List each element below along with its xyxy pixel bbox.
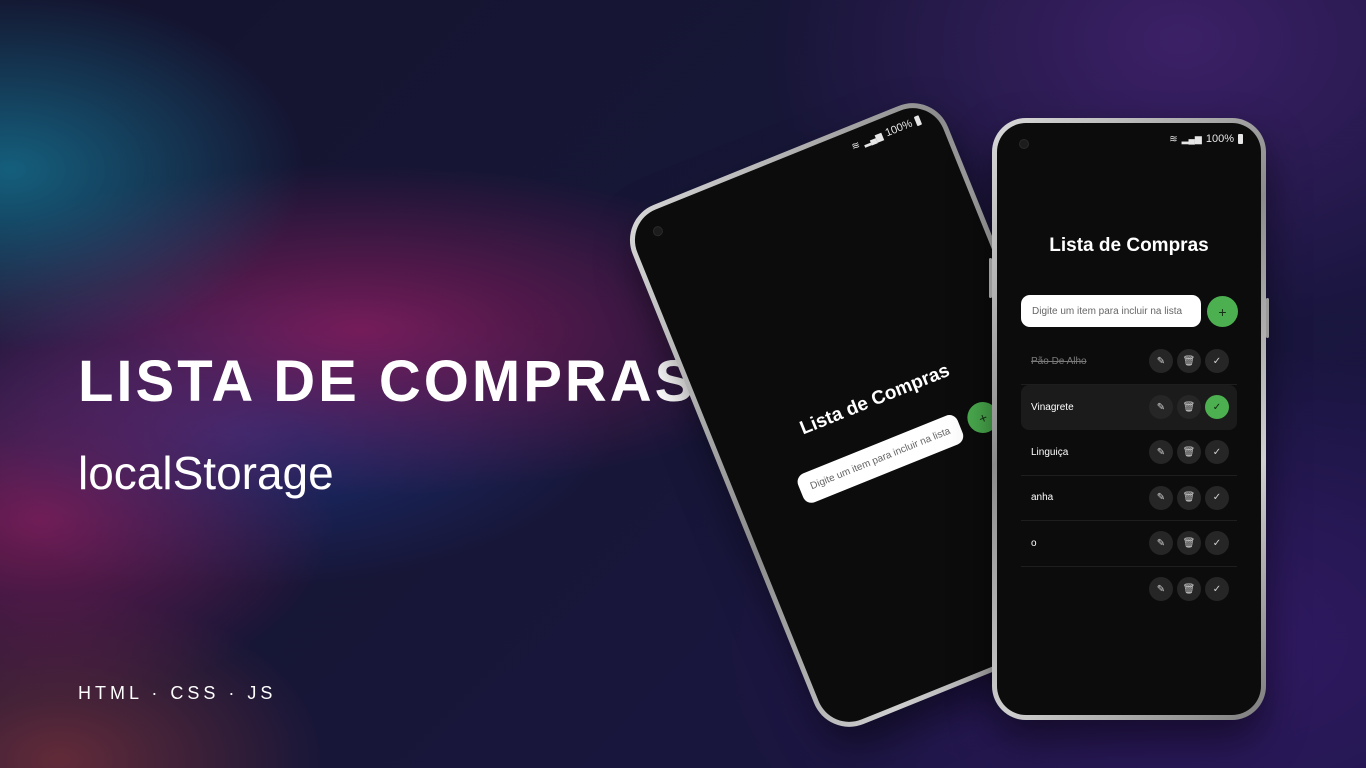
list-item: o ✎ 🗑 ✓ xyxy=(1021,521,1237,567)
trash-icon[interactable]: 🗑 xyxy=(1177,349,1201,374)
edit-icon[interactable]: ✎ xyxy=(1149,577,1173,602)
phone-right: ≋ ▂▄▆ 100% Lista de Compras Digite um it… xyxy=(989,118,1269,720)
trash-icon[interactable]: 🗑 xyxy=(1177,577,1201,602)
item-name: o xyxy=(1031,537,1037,549)
headline: LISTA DE COMPRAS xyxy=(78,349,697,414)
battery-icon xyxy=(913,115,923,127)
app-title: Lista de Compras xyxy=(1049,235,1209,256)
trash-icon[interactable]: 🗑 xyxy=(1177,485,1201,510)
power-button xyxy=(1266,298,1269,338)
list-item: ✎ 🗑 ✓ xyxy=(1021,567,1237,613)
check-icon[interactable]: ✓ xyxy=(1205,531,1229,556)
wifi-icon: ≋ xyxy=(1169,133,1178,145)
check-icon[interactable]: ✓ xyxy=(1205,349,1229,374)
volume-button xyxy=(989,258,992,298)
edit-icon[interactable]: ✎ xyxy=(1149,485,1173,510)
battery-percent: 100% xyxy=(883,117,915,140)
battery-icon xyxy=(1238,134,1243,144)
camera-icon xyxy=(1019,139,1029,149)
trash-icon[interactable]: 🗑 xyxy=(1177,395,1201,420)
item-name: Linguiça xyxy=(1031,446,1069,458)
check-icon[interactable]: ✓ xyxy=(1205,485,1229,510)
edit-icon[interactable]: ✎ xyxy=(1149,349,1173,374)
shopping-list: Pão De Alho ✎ 🗑 ✓ Vinagrete ✎ 🗑 ✓ Lingui… xyxy=(1021,339,1237,612)
add-button[interactable]: + xyxy=(1207,296,1238,327)
trash-icon[interactable]: 🗑 xyxy=(1177,440,1201,465)
item-input[interactable]: Digite um item para incluir na lista xyxy=(1021,295,1201,327)
edit-icon[interactable]: ✎ xyxy=(1149,395,1173,420)
subtitle: localStorage xyxy=(78,447,334,499)
item-name: Vinagrete xyxy=(1031,401,1074,413)
check-icon[interactable]: ✓ xyxy=(1205,440,1229,465)
tech-stack: HTML · CSS · JS xyxy=(78,683,277,703)
item-name: Pão De Alho xyxy=(1031,355,1087,367)
camera-icon xyxy=(651,224,665,238)
list-item: Pão De Alho ✎ 🗑 ✓ xyxy=(1021,339,1237,385)
edit-icon[interactable]: ✎ xyxy=(1149,440,1173,465)
list-item: Linguiça ✎ 🗑 ✓ xyxy=(1021,430,1237,476)
phone-right-screen: ≋ ▂▄▆ 100% Lista de Compras Digite um it… xyxy=(997,123,1261,715)
check-icon[interactable]: ✓ xyxy=(1205,577,1229,602)
item-name: anha xyxy=(1031,492,1054,504)
edit-icon[interactable]: ✎ xyxy=(1149,531,1173,556)
signal-icon: ▂▄▆ xyxy=(861,130,884,147)
wifi-icon: ≋ xyxy=(849,139,862,153)
check-icon[interactable]: ✓ xyxy=(1205,395,1229,420)
list-item: Vinagrete ✎ 🗑 ✓ xyxy=(1021,384,1237,430)
status-bar: ≋ ▂▄▆ 100% xyxy=(1169,133,1243,145)
signal-icon: ▂▄▆ xyxy=(1181,133,1202,144)
status-bar: ≋ ▂▄▆ 100% xyxy=(850,114,923,153)
battery-percent: 100% xyxy=(1205,133,1234,145)
list-item: anha ✎ 🗑 ✓ xyxy=(1021,476,1237,521)
trash-icon[interactable]: 🗑 xyxy=(1177,531,1201,556)
